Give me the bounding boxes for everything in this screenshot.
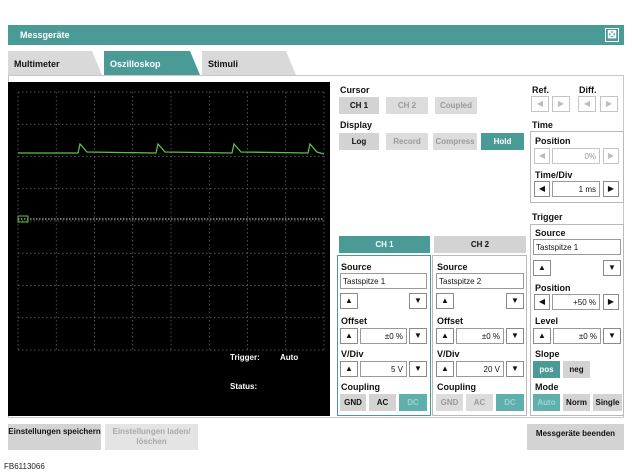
slope-pos-button[interactable]: pos [533,361,560,378]
window-title: Messgeräte [20,30,70,40]
save-settings-button[interactable]: Einstellungen speichern [8,424,101,450]
trigger-level-label: Level [535,316,559,326]
ch1-offset-down-icon[interactable]: ▼ [409,328,427,344]
tab-multimeter[interactable]: Multimeter [8,51,102,75]
ch2-vdiv-up-icon[interactable]: ▲ [436,361,454,377]
ch2-vdiv-value[interactable]: 20 V [456,361,504,377]
ch2-offset-value[interactable]: ±0 % [456,328,504,344]
ch2-dc-button[interactable]: DC [496,394,524,411]
cursor-coupled-button[interactable]: Coupled [435,97,477,114]
ch1-source-up-icon[interactable]: ▲ [340,293,358,309]
tab-ch1[interactable]: CH 1 [339,236,430,253]
ch1-dc-button[interactable]: DC [399,394,427,411]
timediv-right-icon[interactable]: ▶ [603,181,619,197]
tab-stimuli[interactable]: Stimuli [202,51,296,75]
ch1-ac-button[interactable]: AC [369,394,396,411]
display-record-button[interactable]: Record [386,133,428,150]
mode-label: Mode [535,382,559,392]
ch2-source-down-icon[interactable]: ▼ [506,293,524,309]
time-label: Time [532,120,553,130]
display-label: Display [340,120,373,130]
ch2-ac-button[interactable]: AC [466,394,493,411]
mode-norm-button[interactable]: Norm [563,394,590,411]
diff-right-icon[interactable]: ▶ [600,96,618,112]
ref-left-icon[interactable]: ◀ [531,96,549,112]
ch2-vdiv-label: V/Div [437,349,460,359]
trigger-position-right-icon[interactable]: ▶ [603,294,619,310]
trigger-position-left-icon[interactable]: ◀ [534,294,550,310]
slope-label: Slope [535,349,560,359]
ch1-offset-label: Offset [341,316,368,326]
ch2-vdiv-down-icon[interactable]: ▼ [506,361,524,377]
trigger-readout-label: Trigger: [230,353,260,362]
ch2-coupling-label: Coupling [437,382,476,392]
mode-single-button[interactable]: Single [593,394,622,411]
tab-oszilloskop[interactable]: Oszilloskop [104,51,200,75]
display-log-button[interactable]: Log [339,133,379,150]
ch2-offset-up-icon[interactable]: ▲ [436,328,454,344]
time-position-value[interactable]: 0% [552,148,600,164]
ch1-gnd-button[interactable]: GND [340,394,366,411]
close-instruments-button[interactable]: Messgeräte beenden [527,424,624,450]
cursor-ch2-button[interactable]: CH 2 [386,97,428,114]
tab-label: Oszilloskop [110,59,161,69]
ref-label: Ref. [532,85,550,95]
ch2-source-label: Source [437,262,468,272]
diff-label: Diff. [579,85,597,95]
diff-left-icon[interactable]: ◀ [578,96,596,112]
figure-id: FB6113066 [4,462,45,471]
load-delete-settings-button[interactable]: Einstellungen laden/ löschen [105,424,198,450]
cursor-ch1-button[interactable]: CH 1 [339,97,379,114]
close-icon[interactable]: ⊠ [605,28,619,42]
ch2-offset-down-icon[interactable]: ▼ [506,328,524,344]
tab-label: Stimuli [208,59,239,69]
ch1-offset-up-icon[interactable]: ▲ [340,328,358,344]
display-compress-button[interactable]: Compress [433,133,477,150]
status-readout-label: Status: [230,382,258,391]
ch1-vdiv-up-icon[interactable]: ▲ [340,361,358,377]
trigger-level-value[interactable]: ±0 % [553,328,601,344]
ch1-source-field[interactable]: Tastspitze 1 [340,273,427,289]
ch1-source-label: Source [341,262,372,272]
time-position-label: Position [535,136,571,146]
window-titlebar: Messgeräte ⊠ [8,25,624,45]
trigger-source-label: Source [535,228,566,238]
scope-screen: Trigger: Auto Status: [8,82,330,416]
trigger-level-up-icon[interactable]: ▲ [533,328,551,344]
ch1-vdiv-value[interactable]: 5 V [360,361,407,377]
trigger-level-down-icon[interactable]: ▼ [603,328,621,344]
trigger-position-value[interactable]: +50 % [552,294,600,310]
timediv-label: Time/Div [535,170,573,180]
trigger-source-field[interactable]: Tastspitze 1 [533,239,621,255]
ch1-vdiv-label: V/Div [341,349,364,359]
ch2-source-up-icon[interactable]: ▲ [436,293,454,309]
slope-neg-button[interactable]: neg [563,361,590,378]
trigger-label: Trigger [532,212,563,222]
ch1-coupling-label: Coupling [341,382,380,392]
ch2-gnd-button[interactable]: GND [436,394,463,411]
scope-grid [17,91,325,351]
timediv-value[interactable]: 1 ms [552,181,600,197]
tab-label: Multimeter [14,59,60,69]
ch1-source-down-icon[interactable]: ▼ [409,293,427,309]
trigger-readout-value: Auto [280,353,299,362]
display-hold-button[interactable]: Hold [481,133,524,150]
scope-display [17,91,325,351]
tab-ch2[interactable]: CH 2 [434,236,526,253]
trigger-source-down-icon[interactable]: ▼ [603,260,621,276]
ch2-offset-label: Offset [437,316,464,326]
timediv-left-icon[interactable]: ◀ [534,181,550,197]
ch2-source-field[interactable]: Tastspitze 2 [436,273,524,289]
time-position-right-icon[interactable]: ▶ [603,148,619,164]
mode-auto-button[interactable]: Auto [533,394,560,411]
ch1-vdiv-down-icon[interactable]: ▼ [409,361,427,377]
trigger-source-up-icon[interactable]: ▲ [533,260,551,276]
time-position-left-icon[interactable]: ◀ [534,148,550,164]
cursor-label: Cursor [340,85,370,95]
trigger-position-label: Position [535,283,571,293]
ch1-offset-value[interactable]: ±0 % [360,328,407,344]
ref-right-icon[interactable]: ▶ [552,96,570,112]
